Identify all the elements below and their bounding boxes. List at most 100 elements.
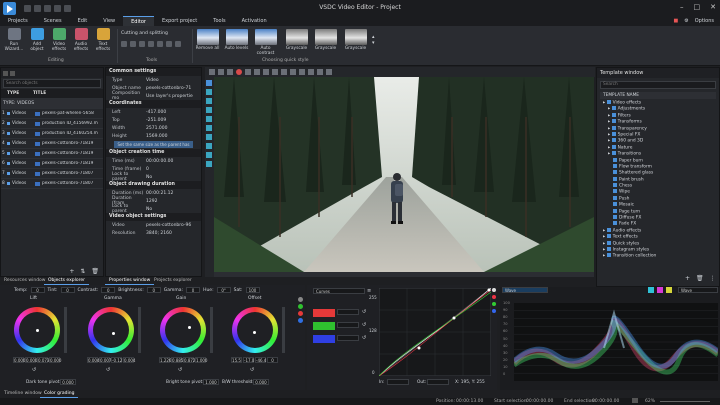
- trash-icon[interactable]: 🗑: [91, 268, 99, 276]
- curves-graph[interactable]: [379, 288, 491, 376]
- property-value[interactable]: 2571.000: [144, 126, 201, 131]
- object-row[interactable]: 7 Videos pexels-cottonbro-71807: [1, 169, 103, 179]
- white-point-icon[interactable]: [492, 288, 496, 292]
- template-trash-icon[interactable]: 🗑: [696, 275, 704, 282]
- video-effects-button[interactable]: Video effects: [49, 28, 69, 52]
- add-object-button[interactable]: Add object: [27, 28, 47, 52]
- menu-tools[interactable]: Tools: [205, 16, 233, 26]
- brightness-input[interactable]: 0: [146, 287, 161, 293]
- tab-color-grading[interactable]: Color grading: [40, 390, 79, 398]
- blue-point-icon[interactable]: [492, 309, 496, 313]
- split-icon[interactable]: [148, 41, 154, 47]
- coordinates-section[interactable]: Coordinates: [106, 100, 201, 108]
- red-value-input[interactable]: [337, 309, 359, 315]
- color-wheel-offset[interactable]: [232, 307, 278, 353]
- reset-wheel-icon[interactable]: ↺: [106, 367, 110, 373]
- trim-icon[interactable]: [166, 41, 172, 47]
- wheel-value-input[interactable]: 0.000: [49, 357, 61, 363]
- red-point-icon[interactable]: [492, 295, 496, 299]
- wheel-luma-slider[interactable]: [138, 307, 141, 353]
- cursor-tool-icon[interactable]: [206, 80, 212, 86]
- wheel-value-input[interactable]: -46.4: [255, 357, 266, 363]
- stabilize-icon[interactable]: [175, 41, 181, 47]
- property-value[interactable]: 3840; 2160: [144, 231, 201, 236]
- bright-tone-pivot-input[interactable]: 1.000: [203, 379, 219, 385]
- menu-activation[interactable]: Activation: [234, 16, 275, 26]
- blue-value-input[interactable]: [337, 335, 359, 341]
- property-value[interactable]: 0: [144, 167, 201, 172]
- video-settings-section[interactable]: Video object settings: [106, 213, 201, 221]
- minimize-icon[interactable]: –: [680, 3, 684, 11]
- tab-objects-explorer[interactable]: Objects explorer: [44, 277, 90, 285]
- pen-tool-icon[interactable]: [206, 98, 212, 104]
- tab-properties-window[interactable]: Properties window: [105, 277, 155, 285]
- property-value[interactable]: 1292: [144, 199, 201, 204]
- objects-search-input[interactable]: Search objects: [3, 79, 101, 88]
- record-icon[interactable]: [236, 69, 242, 75]
- rotate-icon[interactable]: [130, 41, 136, 47]
- hue-input[interactable]: 0°: [216, 287, 231, 293]
- reset-wheel-icon[interactable]: ↺: [178, 367, 182, 373]
- wheel-luma-slider[interactable]: [210, 307, 213, 353]
- property-value[interactable]: pexels-cottonbro-96: [144, 223, 201, 228]
- curve-in-input[interactable]: [387, 379, 409, 385]
- tab-projects-explorer[interactable]: Projects explorer: [150, 277, 196, 284]
- wheel-value-input[interactable]: 1.000: [195, 357, 207, 363]
- col-type-header[interactable]: TYPE: [7, 91, 33, 96]
- quick-style-auto-contrast[interactable]: Auto contrast: [253, 29, 278, 56]
- wheel-value-input[interactable]: 0.004: [123, 357, 135, 363]
- video-preview[interactable]: [214, 77, 594, 272]
- green-channel-swatch[interactable]: [313, 322, 335, 330]
- select-tool-icon[interactable]: [209, 69, 215, 75]
- blue-toggle-icon[interactable]: [298, 318, 303, 323]
- red-channel-swatch[interactable]: [313, 309, 335, 317]
- text-tool-icon[interactable]: [254, 69, 260, 75]
- green-toggle-icon[interactable]: [298, 304, 303, 309]
- drawing-duration-section[interactable]: Object drawing duration: [106, 181, 201, 189]
- color-wheel-gamma[interactable]: [88, 307, 134, 353]
- reset-wheel-icon[interactable]: ↺: [250, 367, 254, 373]
- eyedropper-icon[interactable]: [298, 297, 303, 302]
- wheel-value-input[interactable]: 15.5: [231, 357, 242, 363]
- curve-point[interactable]: [452, 316, 456, 320]
- quick-style-grayscale-3[interactable]: Grayscale: [343, 29, 368, 51]
- common-settings-section[interactable]: Common settings: [106, 68, 201, 76]
- wheel-value-input[interactable]: 0: [267, 357, 278, 363]
- wheel-value-input[interactable]: -0.121: [111, 357, 125, 363]
- template-add-icon[interactable]: +: [685, 275, 690, 282]
- wheel-value-input[interactable]: 1.226: [159, 357, 171, 363]
- temp-input[interactable]: 0: [30, 287, 45, 293]
- object-row[interactable]: 3 Videos production ID_4160254.m: [1, 129, 103, 139]
- object-row[interactable]: 8 Videos pexels-cottonbro-71807: [1, 179, 103, 189]
- cutting-splitting-button[interactable]: Cutting and splitting: [121, 31, 168, 36]
- tint-input[interactable]: 0: [60, 287, 75, 293]
- quick-style-grayscale-1[interactable]: Grayscale: [284, 29, 309, 51]
- tab-timeline-window[interactable]: Timeline window: [0, 390, 46, 397]
- scope-mode-dropdown[interactable]: Wave: [678, 287, 718, 293]
- wheel-luma-slider[interactable]: [64, 307, 67, 353]
- layers-icon[interactable]: [308, 69, 314, 75]
- green-point-icon[interactable]: [492, 302, 496, 306]
- audio-effects-button[interactable]: Audio effects: [71, 28, 91, 52]
- green-value-input[interactable]: [337, 322, 359, 328]
- wheel-value-input[interactable]: 0.872: [183, 357, 195, 363]
- menu-projects[interactable]: Projects: [0, 16, 36, 26]
- menu-edit[interactable]: Edit: [70, 16, 96, 26]
- quick-style-grayscale-2[interactable]: Grayscale: [313, 29, 338, 51]
- template-more-icon[interactable]: ⋮: [710, 275, 716, 282]
- reset-wheel-icon[interactable]: ↺: [32, 367, 36, 373]
- curves-menu-icon[interactable]: ≡: [367, 288, 371, 294]
- line-icon[interactable]: [206, 143, 212, 149]
- text-icon[interactable]: [206, 116, 212, 122]
- object-name-field[interactable]: pexels-cottonbro-71: [144, 86, 201, 91]
- color-wheel-gain[interactable]: [160, 307, 206, 353]
- audio-tool-icon[interactable]: [281, 69, 287, 75]
- property-value[interactable]: No: [144, 207, 201, 212]
- scope-yellow-toggle[interactable]: [666, 287, 672, 293]
- scope-magenta-toggle[interactable]: [657, 287, 663, 293]
- sat-input[interactable]: 100: [245, 287, 260, 293]
- reset-blue-icon[interactable]: ↺: [362, 335, 366, 341]
- color-wheel-lift[interactable]: [14, 307, 60, 353]
- preview-scrollbar[interactable]: [214, 272, 594, 277]
- wheel-value-input[interactable]: 0.000: [13, 357, 25, 363]
